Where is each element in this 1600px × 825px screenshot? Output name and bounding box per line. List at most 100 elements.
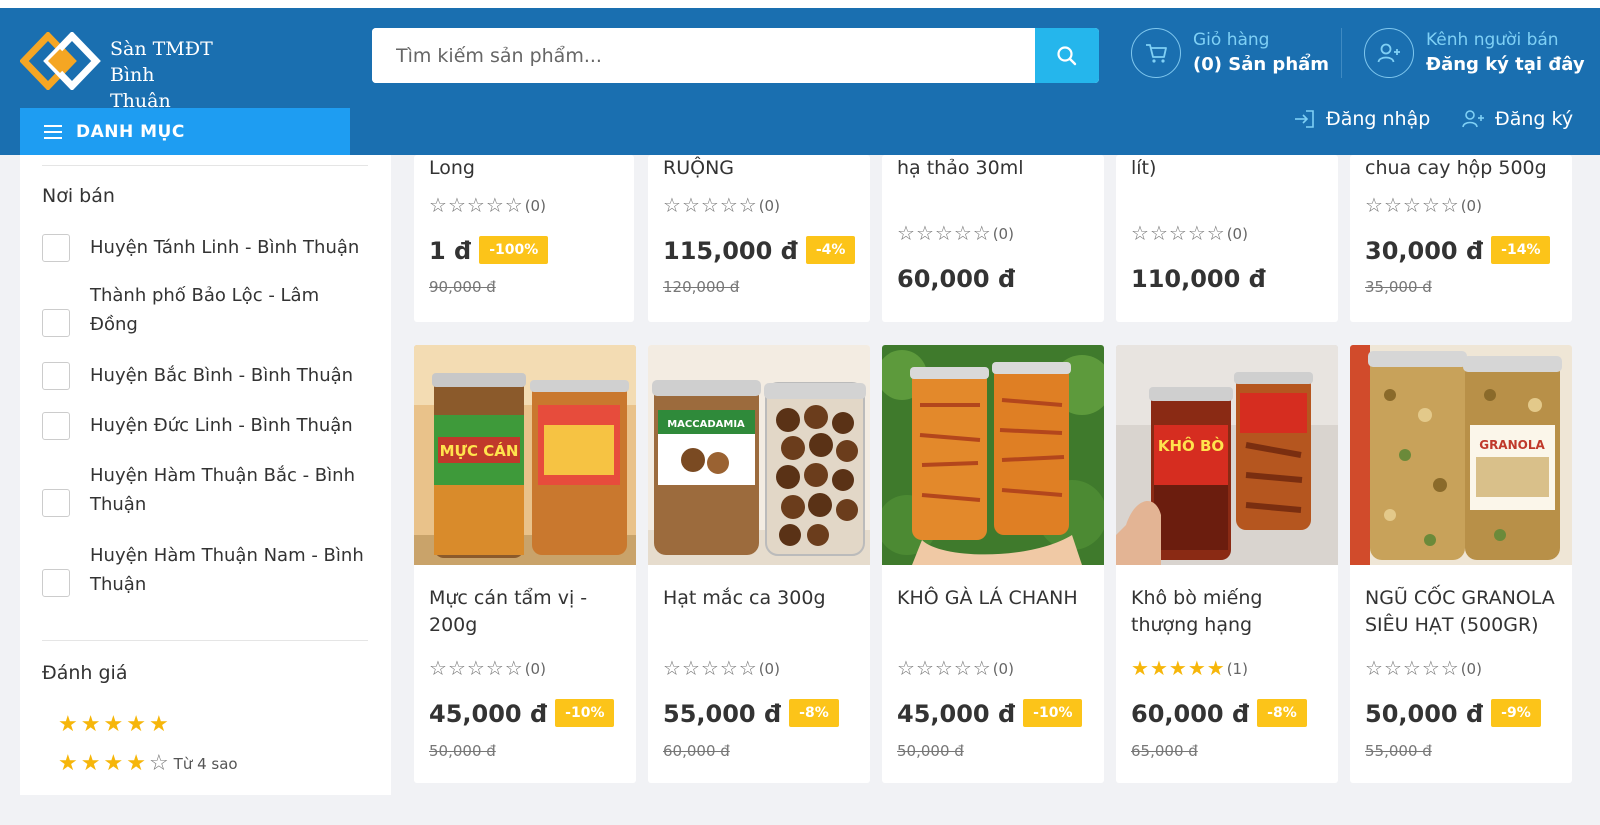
product-name: chua cay hộp 500g	[1365, 157, 1547, 179]
product-price: 55,000 đ	[663, 700, 782, 728]
location-filter-item[interactable]: Huyện Hàm Thuận Nam - Bình Thuận	[42, 541, 382, 599]
product-price: 110,000 đ	[1131, 265, 1266, 293]
review-count: (0)	[992, 225, 1014, 243]
product-card[interactable]: MACCADAMIA Hạt mắc ca 300g ☆ ☆ ☆ ☆ ☆ (0) 55,…	[648, 345, 870, 783]
checkbox[interactable]	[42, 361, 70, 390]
svg-text:KHÔ BÒ: KHÔ BÒ	[1158, 436, 1224, 455]
original-price: 55,000 đ	[1365, 742, 1432, 760]
product-rating: ☆ ☆ ☆ ☆ ☆ (0)	[897, 656, 1014, 680]
logo-mark-icon	[20, 32, 101, 90]
seller-location-title: Nơi bán	[42, 185, 115, 207]
product-card[interactable]: KHÔ BÒ Khô bò miếng thượng hạng ★ ★ ★ ★ ★ (1…	[1116, 345, 1338, 783]
discount-badge: -14%	[1491, 236, 1551, 264]
discount-badge: -4%	[805, 236, 856, 264]
register-icon	[1462, 110, 1484, 128]
product-card[interactable]: Long ☆ ☆ ☆ ☆ ☆ (0) 1 đ -100% 90,000 đ	[414, 155, 634, 322]
category-menu-button[interactable]: DANH MỤC	[20, 108, 350, 155]
seller-channel-widget[interactable]: Kênh người bán Đăng ký tại đây	[1364, 28, 1585, 83]
product-card[interactable]: RUỘNG ☆ ☆ ☆ ☆ ☆ (0) 115,000 đ -4% 120,000 đ	[648, 155, 870, 322]
checkbox[interactable]	[42, 233, 70, 262]
product-rating: ☆ ☆ ☆ ☆ ☆ (0)	[897, 221, 1014, 245]
location-filter-item[interactable]: Huyện Bắc Bình - Bình Thuận	[42, 361, 382, 390]
location-label: Huyện Đức Linh - Bình Thuận	[90, 415, 353, 436]
search-input[interactable]	[372, 28, 1035, 83]
product-rating: ☆ ☆ ☆ ☆ ☆ (0)	[1365, 193, 1482, 217]
discount-badge: -8%	[1257, 699, 1307, 727]
product-rating: ☆ ☆ ☆ ☆ ☆ (0)	[663, 193, 780, 217]
search-bar	[372, 28, 1099, 83]
product-card[interactable]: MỰC CÁN Mực cán tẩm vị - 200g ☆ ☆ ☆ ☆ ☆ (0) …	[414, 345, 636, 783]
discount-badge: -9%	[1491, 699, 1541, 727]
location-filter-item[interactable]: Huyện Tánh Linh - Bình Thuận	[42, 233, 382, 262]
product-price: 50,000 đ	[1365, 700, 1484, 728]
product-price: 45,000 đ	[429, 700, 548, 728]
search-icon	[1057, 45, 1077, 65]
star-filled-icon: ★	[80, 751, 101, 776]
review-count: (0)	[524, 197, 546, 215]
star-filled-icon: ★	[80, 712, 101, 737]
cart-icon	[1131, 28, 1181, 78]
product-name: Long	[429, 157, 475, 179]
original-price: 50,000 đ	[897, 742, 964, 760]
cart-widget[interactable]: Giỏ hàng (0) Sản phẩm	[1131, 28, 1331, 83]
logo-text: Sàn TMĐT Bình Thuận	[110, 36, 220, 114]
login-link[interactable]: Đăng nhập	[1294, 108, 1430, 130]
discount-badge: -100%	[479, 236, 549, 264]
product-rating: ☆ ☆ ☆ ☆ ☆ (0)	[429, 193, 546, 217]
review-count: (0)	[524, 660, 546, 678]
checkbox[interactable]	[42, 569, 70, 597]
discount-badge: -10%	[1023, 699, 1083, 727]
seller-register-link: Đăng ký tại đây	[1426, 54, 1585, 75]
star-filled-icon: ★	[58, 712, 78, 737]
review-count: (0)	[1226, 225, 1248, 243]
location-label: Thành phố Bảo Lộc - Lâm Đồng	[90, 285, 320, 335]
product-name: Hạt mắc ca 300g	[663, 587, 826, 609]
location-filter-item[interactable]: Huyện Đức Linh - Bình Thuận	[42, 411, 382, 440]
review-count: (0)	[1460, 660, 1482, 678]
rating-filter-5-stars[interactable]: ★ ★ ★ ★ ★	[58, 714, 172, 736]
register-link[interactable]: Đăng ký	[1461, 108, 1573, 130]
star-filled-icon: ★	[103, 712, 124, 737]
product-price-row: 50,000 đ -9%	[1365, 699, 1541, 729]
beef-jar-image: KHÔ BÒ	[1116, 345, 1338, 565]
product-price-row: 45,000 đ -10%	[429, 699, 615, 729]
original-price: 50,000 đ	[429, 742, 496, 760]
checkbox[interactable]	[42, 489, 70, 517]
review-count: (0)	[758, 660, 780, 678]
star-filled-icon: ★	[126, 712, 146, 737]
checkbox[interactable]	[42, 309, 70, 337]
svg-text:GRANOLA: GRANOLA	[1479, 438, 1545, 452]
star-filled-icon: ★	[148, 712, 169, 737]
discount-badge: -10%	[555, 699, 615, 727]
cart-count: (0) Sản phẩm	[1193, 54, 1330, 75]
product-card[interactable]: GRANOLA NGŨ CỐC GRANOLA SIÊU HẠT (500GR)…	[1350, 345, 1572, 783]
review-count: (0)	[992, 660, 1014, 678]
site-logo[interactable]: Sàn TMĐT Bình Thuận	[20, 28, 220, 112]
checkbox[interactable]	[42, 411, 70, 440]
product-price-row: 115,000 đ -4%	[663, 236, 856, 266]
product-card[interactable]: lít) ☆ ☆ ☆ ☆ ☆ (0) 110,000 đ	[1116, 155, 1338, 322]
product-price-row: 30,000 đ -14%	[1365, 236, 1551, 266]
product-price-row: 55,000 đ -8%	[663, 699, 839, 729]
squid-jar-image: MỰC CÁN	[414, 345, 636, 565]
discount-badge: -8%	[789, 699, 839, 727]
granola-jar-image: GRANOLA	[1350, 345, 1572, 565]
divider	[42, 640, 368, 641]
location-label: Huyện Hàm Thuận Nam - Bình Thuận	[90, 545, 364, 595]
location-filter-item[interactable]: Thành phố Bảo Lộc - Lâm Đồng	[42, 281, 362, 339]
original-price: 120,000 đ	[663, 278, 740, 296]
rating-filter-4-stars[interactable]: ★ ★ ★ ★ ☆ Từ 4 sao	[58, 753, 238, 775]
product-name: hạ thảo 30ml	[897, 157, 1024, 179]
product-card[interactable]: hạ thảo 30ml ☆ ☆ ☆ ☆ ☆ (0) 60,000 đ	[882, 155, 1104, 322]
star-filled-icon: ★	[103, 751, 124, 776]
product-card[interactable]: chua cay hộp 500g ☆ ☆ ☆ ☆ ☆ (0) 30,000 đ -14%…	[1350, 155, 1572, 322]
menu-icon	[44, 121, 62, 143]
product-card[interactable]: KHÔ GÀ LÁ CHANH ☆ ☆ ☆ ☆ ☆ (0) 45,000 đ -10% 5…	[882, 345, 1104, 783]
product-price: 60,000 đ	[897, 265, 1016, 293]
search-button[interactable]	[1035, 28, 1099, 83]
location-filter-item[interactable]: Huyện Hàm Thuận Bắc - Bình Thuận	[42, 461, 382, 519]
location-label: Huyện Tánh Linh - Bình Thuận	[90, 237, 360, 258]
location-label: Huyện Bắc Bình - Bình Thuận	[90, 365, 354, 386]
rating-filter-title: Đánh giá	[42, 662, 128, 684]
chicken-jar-image	[882, 345, 1104, 565]
